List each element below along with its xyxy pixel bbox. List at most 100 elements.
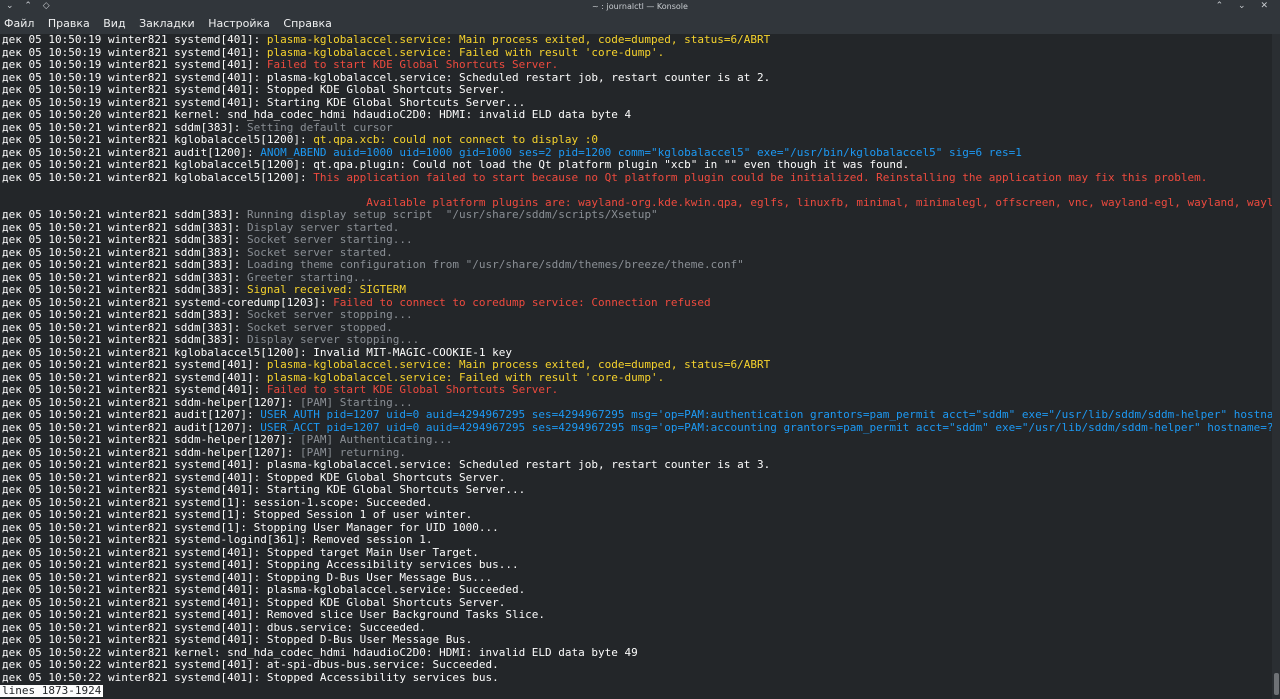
log-prefix: дек 05 10:50:21 winter821 systemd[401]: bbox=[2, 384, 267, 396]
log-message: plasma-kglobalaccel.service: Main proces… bbox=[266, 359, 771, 371]
log-message: Loading theme configuration from "/usr/s… bbox=[247, 259, 744, 271]
log-message: Socket server started. bbox=[247, 246, 393, 259]
log-prefix: дек 05 10:50:21 winter821 audit[1207]: bbox=[2, 409, 261, 421]
log-prefix: дек 05 10:50:21 winter821 systemd[401]: bbox=[2, 559, 267, 571]
log-prefix: дек 05 10:50:21 winter821 audit[1200]: bbox=[2, 146, 261, 159]
log-message: Failed to start KDE Global Shortcuts Ser… bbox=[266, 59, 559, 71]
log-line: дек 05 10:50:19 winter821 systemd[401]: … bbox=[0, 84, 1272, 97]
log-message: Stopping User Manager for UID 1000... bbox=[253, 521, 499, 534]
log-message: Starting KDE Global Shortcuts Server... bbox=[266, 96, 526, 109]
log-prefix: дек 05 10:50:21 winter821 sddm[383]: bbox=[2, 284, 248, 296]
log-prefix: дек 05 10:50:20 winter821 kernel: bbox=[2, 109, 228, 121]
log-line: дек 05 10:50:21 winter821 audit[1200]: A… bbox=[0, 147, 1272, 160]
log-line: дек 05 10:50:21 winter821 systemd[1]: se… bbox=[0, 497, 1272, 510]
log-prefix: дек 05 10:50:21 winter821 sddm[383]: bbox=[2, 121, 248, 134]
log-prefix: дек 05 10:50:21 winter821 systemd[401]: bbox=[2, 484, 267, 496]
log-prefix: дек 05 10:50:21 winter821 systemd[401]: bbox=[2, 634, 267, 646]
log-line: дек 05 10:50:21 winter821 systemd[401]: … bbox=[0, 559, 1272, 572]
log-line: дек 05 10:50:21 winter821 systemd[401]: … bbox=[0, 372, 1272, 385]
log-prefix: дек 05 10:50:22 winter821 systemd[401]: bbox=[2, 659, 267, 671]
log-prefix: дек 05 10:50:21 winter821 systemd[401]: bbox=[2, 584, 267, 596]
log-prefix: дек 05 10:50:21 winter821 systemd[1]: bbox=[2, 509, 254, 521]
log-line: дек 05 10:50:21 winter821 systemd[401]: … bbox=[0, 547, 1272, 560]
log-prefix: дек 05 10:50:21 winter821 systemd[401]: bbox=[2, 471, 267, 484]
log-prefix: дек 05 10:50:19 winter821 systemd[401]: bbox=[2, 71, 267, 84]
log-message: at-spi-dbus-bus.service: Succeeded. bbox=[266, 659, 499, 671]
log-message: Stopped KDE Global Shortcuts Server. bbox=[266, 84, 506, 96]
log-line: дек 05 10:50:21 winter821 kglobalaccel5[… bbox=[0, 172, 1272, 185]
log-message: session-1.scope: Succeeded. bbox=[253, 496, 433, 509]
log-line: Available platform plugins are: wayland-… bbox=[0, 197, 1272, 210]
log-message: Signal received: SIGTERM bbox=[247, 284, 406, 296]
log-line: дек 05 10:50:21 winter821 systemd[401]: … bbox=[0, 597, 1272, 610]
menu-help[interactable]: Справка bbox=[279, 14, 335, 30]
log-message: Display server stopping... bbox=[247, 334, 420, 346]
window-control-buttons[interactable]: ⌃ ⌄ ✕ bbox=[1216, 1, 1274, 11]
log-prefix: дек 05 10:50:21 winter821 systemd-coredu… bbox=[2, 296, 334, 309]
log-prefix: дек 05 10:50:22 winter821 systemd[401]: bbox=[2, 671, 267, 684]
log-message: Setting default cursor bbox=[247, 121, 393, 134]
log-line: дек 05 10:50:21 winter821 audit[1207]: U… bbox=[0, 422, 1272, 435]
menu-view[interactable]: Вид bbox=[99, 14, 129, 30]
log-message: Removed slice User Background Tasks Slic… bbox=[266, 609, 546, 621]
log-line: дек 05 10:50:21 winter821 systemd[401]: … bbox=[0, 584, 1272, 597]
terminal-output[interactable]: дек 05 10:50:19 winter821 systemd[401]: … bbox=[0, 34, 1272, 699]
log-message: Greeter starting... bbox=[247, 271, 373, 284]
log-message: Stopping Accessibility services bus... bbox=[266, 559, 519, 571]
log-line: дек 05 10:50:21 winter821 sddm[383]: Soc… bbox=[0, 247, 1272, 260]
log-prefix: дек 05 10:50:21 winter821 systemd[1]: bbox=[2, 496, 254, 509]
menu-settings[interactable]: Настройка bbox=[204, 14, 274, 30]
log-line: дек 05 10:50:21 winter821 audit[1207]: U… bbox=[0, 409, 1272, 422]
log-line: дек 05 10:50:21 winter821 systemd[401]: … bbox=[0, 609, 1272, 622]
log-line: дек 05 10:50:19 winter821 systemd[401]: … bbox=[0, 97, 1272, 110]
log-message: Removed session 1. bbox=[313, 534, 433, 546]
log-line: дек 05 10:50:21 winter821 systemd-coredu… bbox=[0, 297, 1272, 310]
log-line: дек 05 10:50:21 winter821 sddm[383]: Loa… bbox=[0, 259, 1272, 272]
log-prefix: дек 05 10:50:21 winter821 kglobalaccel5[… bbox=[2, 171, 314, 184]
log-prefix: дек 05 10:50:21 winter821 sddm[383]: bbox=[2, 259, 248, 271]
log-line: дек 05 10:50:21 winter821 kglobalaccel5[… bbox=[0, 159, 1272, 172]
menu-file[interactable]: Файл bbox=[0, 14, 38, 30]
log-message: plasma-kglobalaccel.service: Failed with… bbox=[266, 371, 665, 384]
window-titlebar: ⌄ ⌃ ◇ ~ : journalctl — Konsole ⌃ ⌄ ✕ bbox=[0, 0, 1280, 14]
log-prefix: дек 05 10:50:21 winter821 sddm-helper[12… bbox=[2, 396, 301, 409]
log-message: USER_AUTH pid=1207 uid=0 auid=4294967295… bbox=[260, 409, 1272, 421]
scrollbar-thumb[interactable] bbox=[1274, 673, 1279, 695]
log-line: дек 05 10:50:21 winter821 systemd[1]: St… bbox=[0, 509, 1272, 522]
log-message: plasma-kglobalaccel.service: Failed with… bbox=[266, 46, 665, 59]
log-prefix: дек 05 10:50:21 winter821 kglobalaccel5[… bbox=[2, 346, 314, 359]
log-message: [PAM] Starting... bbox=[300, 396, 413, 409]
log-line: дек 05 10:50:22 winter821 systemd[401]: … bbox=[0, 672, 1272, 685]
log-message: Socket server stopping... bbox=[247, 309, 413, 321]
log-prefix: дек 05 10:50:21 winter821 systemd[401]: bbox=[2, 596, 267, 609]
log-prefix: дек 05 10:50:21 winter821 sddm-helper[12… bbox=[2, 434, 301, 446]
menu-edit[interactable]: Правка bbox=[44, 14, 94, 30]
log-line: дек 05 10:50:21 winter821 sddm[383]: Dis… bbox=[0, 222, 1272, 235]
log-line: дек 05 10:50:21 winter821 sddm[383]: Sig… bbox=[0, 284, 1272, 297]
log-message: Stopped D-Bus User Message Bus. bbox=[266, 634, 473, 646]
terminal-scrollbar[interactable] bbox=[1272, 34, 1280, 699]
log-line: дек 05 10:50:19 winter821 systemd[401]: … bbox=[0, 72, 1272, 85]
log-message: Stopped Accessibility services bus. bbox=[266, 671, 499, 684]
log-message: snd_hda_codec_hdmi hdaudioC2D0: HDMI: in… bbox=[227, 109, 632, 121]
log-prefix: дек 05 10:50:21 winter821 sddm[383]: bbox=[2, 246, 248, 259]
log-line: дек 05 10:50:21 winter821 systemd[401]: … bbox=[0, 572, 1272, 585]
log-line: дек 05 10:50:21 winter821 sddm[383]: Set… bbox=[0, 122, 1272, 135]
log-prefix: дек 05 10:50:21 winter821 systemd-logind… bbox=[2, 534, 314, 546]
log-message: dbus.service: Succeeded. bbox=[266, 621, 426, 634]
log-prefix: дек 05 10:50:21 winter821 systemd[401]: bbox=[2, 571, 267, 584]
log-prefix: дек 05 10:50:21 winter821 sddm[383]: bbox=[2, 309, 248, 321]
log-prefix: дек 05 10:50:19 winter821 systemd[401]: bbox=[2, 46, 267, 59]
log-line: дек 05 10:50:21 winter821 kglobalaccel5[… bbox=[0, 347, 1272, 360]
log-message: [PAM] returning. bbox=[300, 446, 406, 459]
log-message: Socket server stopped. bbox=[247, 321, 393, 334]
log-line: дек 05 10:50:22 winter821 systemd[401]: … bbox=[0, 659, 1272, 672]
log-prefix: дек 05 10:50:21 winter821 systemd[401]: bbox=[2, 609, 267, 621]
log-prefix: дек 05 10:50:19 winter821 systemd[401]: bbox=[2, 34, 267, 46]
menu-bookmarks[interactable]: Закладки bbox=[135, 14, 199, 30]
log-line: дек 05 10:50:21 winter821 systemd[401]: … bbox=[0, 484, 1272, 497]
log-line: дек 05 10:50:21 winter821 kglobalaccel5[… bbox=[0, 134, 1272, 147]
log-line: дек 05 10:50:21 winter821 sddm[383]: Dis… bbox=[0, 334, 1272, 347]
log-line: дек 05 10:50:21 winter821 sddm-helper[12… bbox=[0, 447, 1272, 460]
log-line: дек 05 10:50:21 winter821 systemd[401]: … bbox=[0, 459, 1272, 472]
